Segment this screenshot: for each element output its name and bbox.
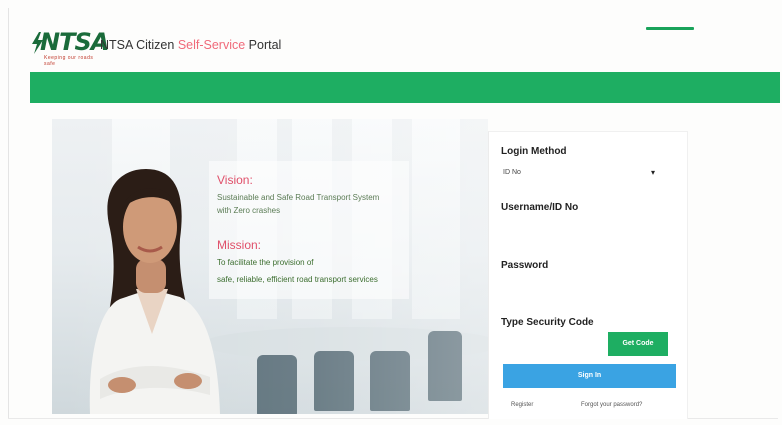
login-method-select[interactable]: ID No ▾ — [501, 165, 657, 181]
login-method-label: Login Method — [501, 146, 567, 157]
title-accent: Self-Service — [177, 38, 246, 52]
get-code-button[interactable]: Get Code — [608, 332, 668, 356]
site-header: NTSA Keeping our roads safe NTSA Citizen… — [0, 0, 782, 70]
register-link[interactable]: Register — [511, 402, 533, 408]
title-prefix: NTSA Citizen — [100, 38, 178, 52]
businesswoman-photo — [89, 169, 220, 414]
vision-text-line: Sustainable and Safe Road Transport Syst… — [217, 193, 380, 202]
sign-in-button[interactable]: Sign In — [503, 364, 676, 388]
security-code-label: Type Security Code — [501, 317, 594, 328]
title-suffix: Portal — [245, 38, 282, 52]
username-label: Username/ID No — [501, 202, 579, 213]
mission-text-line: safe, reliable, efficient road transport… — [217, 275, 378, 284]
dropdown-caret-icon: ▾ — [650, 168, 655, 177]
hero-banner: Vision: Sustainable and Safe Road Transp… — [52, 119, 488, 414]
logo-wordmark: NTSA — [40, 28, 109, 56]
security-code-input[interactable] — [501, 334, 601, 354]
vision-heading: Vision: — [217, 173, 253, 187]
forgot-password-link[interactable]: Forgot your password? — [581, 402, 642, 408]
login-panel: Login Method ID No ▾ Username/ID No Pass… — [488, 131, 688, 419]
mission-heading: Mission: — [217, 238, 262, 252]
vision-mission-box: Vision: Sustainable and Safe Road Transp… — [209, 161, 409, 299]
username-input[interactable] — [501, 227, 671, 249]
mission-text-line: To facilitate the provision of — [217, 258, 314, 267]
logo-tagline: Keeping our roads safe — [44, 55, 94, 67]
nav-bar-faint-text — [36, 82, 776, 88]
vision-text-line: with Zero crashes — [217, 206, 281, 215]
password-label: Password — [501, 260, 549, 271]
page-title: NTSA Citizen Self-Service Portal — [100, 38, 281, 52]
ntsa-logo[interactable]: NTSA Keeping our roads safe — [30, 28, 109, 67]
password-input[interactable] — [501, 282, 671, 304]
login-method-value: ID No — [503, 169, 521, 176]
menu-accent-bar[interactable] — [646, 27, 694, 30]
green-navigation-bar — [30, 72, 780, 103]
